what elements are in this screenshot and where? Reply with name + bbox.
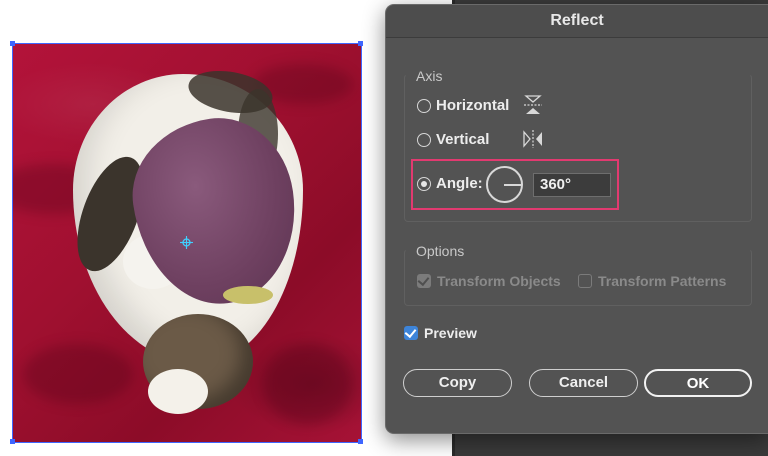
plush-leaf [223, 286, 273, 304]
dialog-title: Reflect [386, 5, 768, 38]
angle-dial-icon[interactable] [486, 166, 523, 203]
transform-patterns-label: Transform Patterns [598, 273, 727, 289]
transform-objects-checkbox[interactable] [417, 273, 431, 288]
horizontal-axis-icon [524, 95, 542, 114]
selection-handle[interactable] [358, 439, 363, 444]
fabric-fold [23, 344, 133, 404]
angle-input[interactable]: 360° [533, 173, 611, 197]
preview-label[interactable]: Preview [424, 325, 477, 341]
reflect-dialog: Reflect Axis Horizontal Vertical Angle: … [385, 4, 768, 434]
fabric-fold [263, 344, 353, 424]
selection-handle[interactable] [358, 41, 363, 46]
vertical-radio[interactable] [417, 133, 431, 147]
horizontal-radio[interactable] [417, 99, 431, 113]
selection-handle[interactable] [10, 41, 15, 46]
cat-muzzle [148, 369, 208, 414]
transform-patterns-checkbox[interactable] [578, 274, 592, 288]
ok-button[interactable]: OK [644, 369, 752, 397]
angle-label[interactable]: Angle: [436, 175, 483, 192]
angle-radio[interactable] [417, 177, 431, 191]
vertical-label[interactable]: Vertical [436, 131, 489, 148]
vertical-axis-icon [523, 130, 542, 148]
horizontal-label[interactable]: Horizontal [436, 97, 509, 114]
copy-button[interactable]: Copy [403, 369, 512, 397]
cancel-button[interactable]: Cancel [529, 369, 638, 397]
transform-objects-label: Transform Objects [437, 273, 561, 289]
center-point-icon[interactable] [180, 236, 193, 249]
selection-handle[interactable] [10, 439, 15, 444]
preview-checkbox[interactable] [404, 325, 418, 340]
